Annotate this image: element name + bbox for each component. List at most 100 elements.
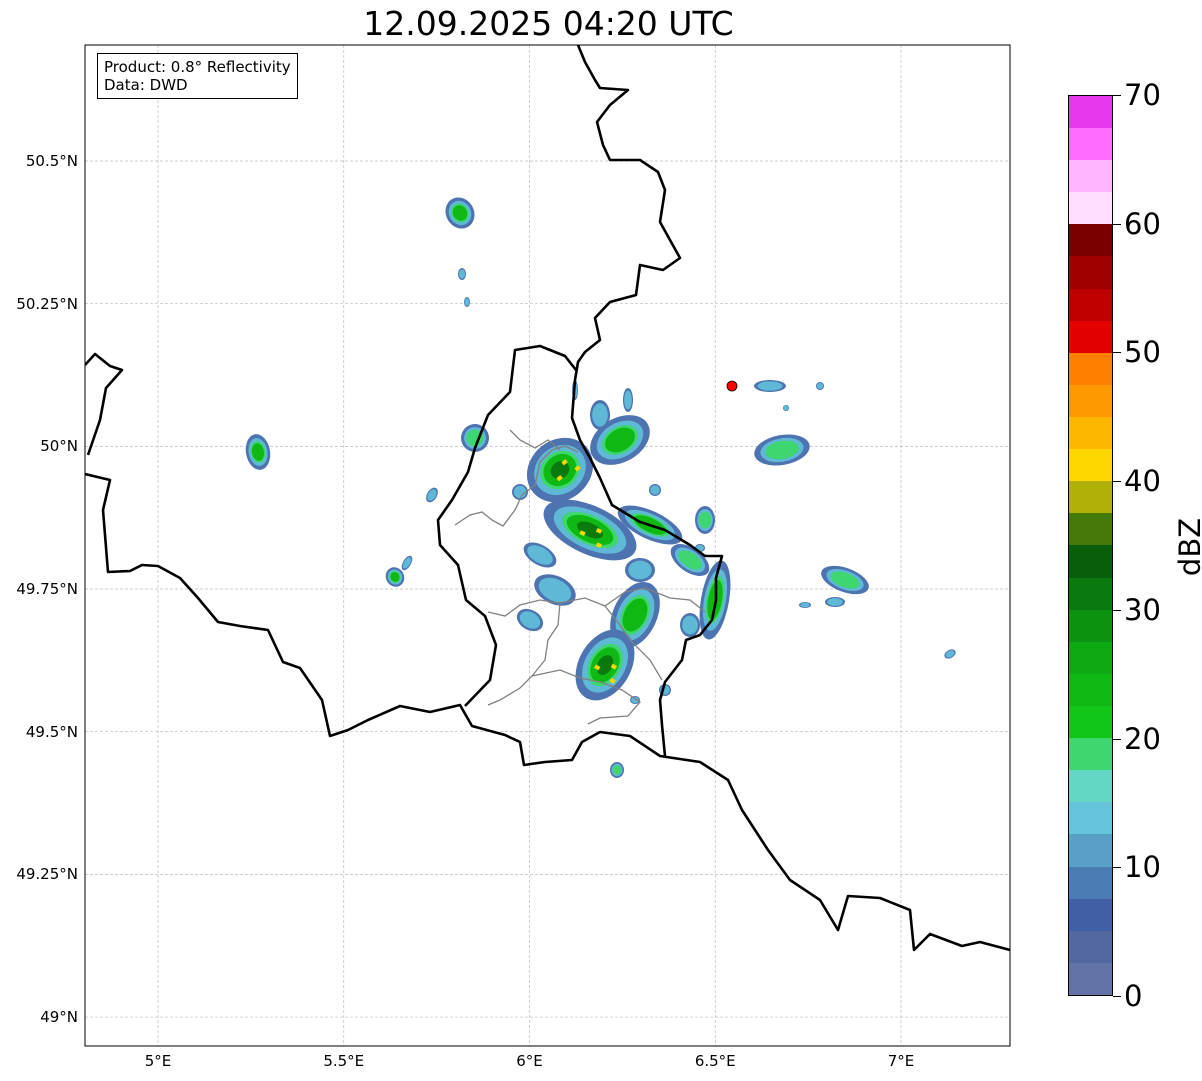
colorbar-bin (1069, 706, 1112, 739)
reflectivity-echoes (245, 197, 956, 778)
colorbar-tick (1113, 609, 1121, 611)
colorbar-tick (1113, 95, 1121, 96)
echo-cell (816, 382, 824, 390)
echo-band (458, 269, 466, 279)
colorbar-bin (1069, 930, 1112, 963)
echo-cell (401, 555, 413, 571)
colorbar-bin (1069, 738, 1112, 771)
echo-cell (426, 487, 438, 503)
colorbar-bin (1069, 545, 1112, 578)
colorbar-tick-label: 30 (1124, 592, 1161, 627)
colorbar-bin (1069, 128, 1112, 161)
echo-band (464, 298, 470, 306)
echo-cell (590, 400, 610, 430)
colorbar-bin (1069, 641, 1112, 674)
echo-cell (799, 602, 811, 608)
colorbar-unit-label: dBZ (1173, 517, 1202, 577)
country-border (85, 352, 124, 456)
lat-tick-label: 49.75°N (16, 580, 78, 599)
echo-cell (821, 565, 869, 595)
lat-tick-label: 50°N (40, 437, 78, 456)
echo-band (628, 560, 652, 580)
echo-cell (523, 542, 557, 568)
colorbar (1068, 95, 1113, 996)
lat-tick-label: 49°N (40, 1008, 78, 1027)
echo-band (513, 485, 527, 499)
product-legend: Product: 0.8° Reflectivity Data: DWD (97, 53, 298, 99)
echo-cell (944, 649, 956, 659)
echo-cell (458, 268, 466, 280)
echo-cell (534, 574, 576, 606)
colorbar-tick (1113, 223, 1121, 225)
colorbar-tick-label: 20 (1124, 721, 1161, 756)
echo-band (816, 382, 824, 390)
echo-cell (754, 434, 810, 466)
lon-tick-label: 6°E (516, 1052, 543, 1070)
colorbar-bin (1069, 673, 1112, 707)
lat-tick-label: 50.25°N (16, 294, 78, 313)
radar-site-marker (726, 380, 738, 392)
colorbar-bin (1069, 866, 1112, 899)
echo-cell (783, 405, 789, 411)
lon-tick-label: 6.5°E (694, 1052, 736, 1070)
echo-band (650, 485, 660, 495)
colorbar-tick-label: 10 (1124, 850, 1161, 885)
echo-cell (680, 613, 700, 637)
legend-product: Product: 0.8° Reflectivity (104, 58, 291, 76)
colorbar-tick-label: 70 (1124, 78, 1161, 112)
echo-cell (516, 608, 544, 632)
colorbar-tick (1113, 867, 1121, 869)
lon-tick-label: 5.5°E (323, 1052, 365, 1070)
echo-cell (754, 380, 786, 392)
colorbar-bin (1069, 256, 1112, 289)
colorbar-bin (1069, 160, 1112, 193)
colorbar-tick (1113, 738, 1121, 740)
echo-cell (825, 597, 845, 607)
echo-cell (445, 197, 475, 229)
colorbar-bin (1069, 192, 1112, 225)
colorbar-tick (1113, 481, 1121, 483)
colorbar-bin (1069, 577, 1112, 610)
echo-cell (625, 558, 655, 582)
echo-cell (610, 762, 624, 778)
colorbar-bin (1069, 224, 1112, 257)
colorbar-bin (1069, 320, 1112, 353)
colorbar-bin (1069, 962, 1112, 995)
lon-tick-label: 5°E (144, 1052, 172, 1070)
echo-band (783, 405, 789, 411)
lat-tick-label: 49.25°N (16, 865, 78, 884)
echo-band (592, 403, 608, 427)
colorbar-tick-label: 50 (1124, 335, 1161, 370)
colorbar-tick-label: 40 (1124, 464, 1161, 499)
echo-band (699, 511, 711, 529)
colorbar-bin (1069, 449, 1112, 482)
colorbar-bin (1069, 898, 1112, 931)
lon-tick-label: 7°E (887, 1052, 915, 1070)
gridlines (85, 45, 1010, 1046)
echo-band (612, 765, 622, 775)
echo-cell (695, 506, 715, 534)
radar-map (84, 44, 1011, 1047)
colorbar-tick (1113, 996, 1121, 997)
colorbar-bin (1069, 513, 1112, 546)
colorbar-bin (1069, 288, 1112, 321)
colorbar-bin (1069, 481, 1112, 514)
country-border (85, 472, 1010, 952)
colorbar-tick-label: 0 (1124, 979, 1143, 1013)
echo-band (757, 381, 783, 391)
echo-cell (649, 484, 661, 496)
echo-band (682, 615, 698, 635)
colorbar-bin (1069, 95, 1112, 129)
colorbar-bin (1069, 834, 1112, 867)
lat-tick-label: 49.5°N (25, 722, 78, 741)
colorbar-bin (1069, 384, 1112, 418)
plot-frame (84, 44, 1011, 1047)
lat-tick-label: 50.5°N (25, 152, 78, 170)
echo-band (827, 598, 843, 606)
colorbar-bin (1069, 352, 1112, 385)
colorbar-bin (1069, 770, 1112, 803)
colorbar-bin (1069, 802, 1112, 835)
echo-cell (623, 388, 633, 412)
colorbar-bin (1069, 417, 1112, 450)
echo-band (800, 602, 810, 608)
